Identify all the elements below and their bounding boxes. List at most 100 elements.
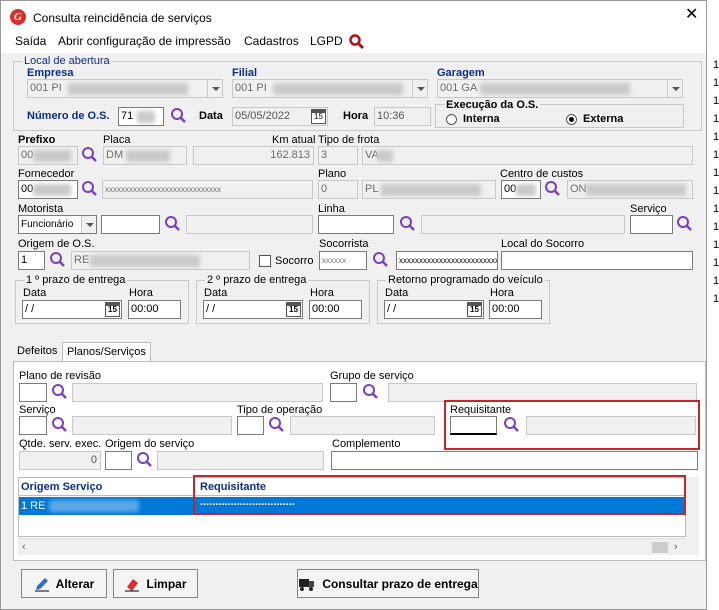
grupo-servico-input[interactable]: [330, 383, 357, 402]
prefixo-label: Prefixo: [18, 134, 56, 146]
horizontal-scrollbar[interactable]: ‹ ›: [18, 538, 686, 555]
execucao-title: Execução da O.S.: [444, 99, 541, 111]
linha-input[interactable]: [318, 215, 394, 234]
scroll-thumb[interactable]: [652, 542, 668, 553]
socorrista-desc[interactable]: xxxxxxxxxxxxxxxxxxxxxxxxxx: [396, 251, 498, 270]
tab-planos-servicos[interactable]: Planos/Serviços: [62, 342, 151, 362]
socorrista-input[interactable]: xxxxxx: [319, 251, 367, 270]
prefixo-input[interactable]: 00: [18, 146, 78, 165]
tipo-operacao-search-icon[interactable]: [268, 416, 286, 434]
garagem-select[interactable]: 001 GA: [437, 79, 683, 98]
prazo1-hora-input[interactable]: 00:00: [128, 300, 181, 319]
menu-item-saida[interactable]: Saída: [15, 34, 46, 48]
externa-radio[interactable]: [566, 114, 577, 125]
close-icon[interactable]: ✕: [685, 7, 698, 23]
fornecedor-input[interactable]: 00: [18, 180, 78, 199]
tab-defeitos[interactable]: Defeitos: [13, 342, 61, 362]
origem-os-search-icon[interactable]: [49, 251, 67, 269]
plano-revisao-desc[interactable]: [72, 383, 323, 402]
local-socorro-input[interactable]: [501, 251, 693, 270]
menu-item-cadastros[interactable]: Cadastros: [244, 34, 299, 48]
list-item: 1: [713, 239, 719, 251]
servico-search-icon-2[interactable]: [51, 416, 69, 434]
limpar-button[interactable]: Limpar: [113, 569, 198, 598]
menu-item-lgpd[interactable]: LGPD: [310, 34, 343, 48]
search-icon[interactable]: [348, 33, 366, 51]
retorno-hora-input[interactable]: 00:00: [489, 300, 542, 319]
motorista-search-icon[interactable]: [164, 215, 182, 233]
scroll-right-icon[interactable]: ›: [674, 541, 678, 553]
requisitante-search-icon[interactable]: [503, 416, 521, 434]
prazo2-hora-input[interactable]: 00:00: [309, 300, 362, 319]
prazo1-hora-label: Hora: [129, 287, 153, 299]
retorno-data-input[interactable]: / /15: [384, 300, 484, 319]
tipo-operacao-desc[interactable]: [290, 416, 435, 435]
socorro-checkbox[interactable]: [259, 255, 271, 267]
calendar-icon[interactable]: 15: [105, 302, 120, 317]
numero-os-input[interactable]: 71: [118, 107, 164, 126]
complemento-input[interactable]: [331, 451, 698, 470]
placa-label: Placa: [103, 134, 131, 146]
motorista-input[interactable]: [101, 215, 160, 234]
grupo-servico-search-icon[interactable]: [362, 383, 380, 401]
grid-header-origem[interactable]: Origem Serviço: [21, 481, 102, 493]
scroll-left-icon[interactable]: ‹: [22, 541, 26, 553]
prefixo-search-icon[interactable]: [81, 146, 99, 164]
fornecedor-search-icon[interactable]: [81, 180, 99, 198]
numero-os-search-icon[interactable]: [170, 107, 188, 125]
origem-os-desc[interactable]: RE: [71, 251, 250, 270]
vertical-scrollbar[interactable]: [686, 477, 699, 555]
servico-label: Serviço: [630, 203, 667, 215]
servico-input[interactable]: [630, 215, 673, 234]
interna-label: Interna: [463, 113, 500, 125]
requisitante-desc[interactable]: [526, 416, 696, 435]
origem-servico-search-icon[interactable]: [136, 451, 154, 469]
prazo1-data-input[interactable]: / /15: [22, 300, 122, 319]
motorista-desc[interactable]: [186, 215, 313, 234]
linha-desc[interactable]: [421, 215, 625, 234]
plano-desc[interactable]: PL: [362, 180, 496, 199]
qtde-input[interactable]: 0: [19, 451, 101, 470]
centro-custos-desc[interactable]: ON: [567, 180, 693, 199]
centro-custos-input[interactable]: 00: [501, 180, 541, 199]
interna-radio[interactable]: [446, 114, 457, 125]
alterar-button[interactable]: Alterar: [21, 569, 107, 598]
servico-input-2[interactable]: [19, 416, 47, 435]
servico-search-icon[interactable]: [676, 215, 694, 233]
empresa-select[interactable]: 001 PI: [27, 79, 223, 98]
calendar-icon[interactable]: 15: [467, 302, 482, 317]
plano-input[interactable]: 0: [318, 180, 358, 199]
empresa-label: Empresa: [27, 67, 74, 79]
motorista-type-select[interactable]: Funcionário: [18, 215, 97, 234]
plano-revisao-input[interactable]: [19, 383, 47, 402]
complemento-label: Complemento: [332, 438, 401, 450]
origem-os-input[interactable]: 1: [18, 251, 45, 270]
socorrista-search-icon[interactable]: [372, 251, 390, 269]
plano-label: Plano: [318, 168, 347, 180]
origem-servico-input[interactable]: [105, 451, 132, 470]
requisitante-input[interactable]: [450, 416, 497, 435]
tipo-frota-code[interactable]: 3: [318, 146, 358, 165]
tipo-operacao-input[interactable]: [237, 416, 264, 435]
origem-servico-desc[interactable]: [157, 451, 324, 470]
km-atual-input[interactable]: 162.813: [193, 146, 314, 165]
list-item: 1: [713, 275, 719, 287]
menu-item-abrir-config[interactable]: Abrir configuração de impressão: [58, 34, 231, 48]
calendar-icon[interactable]: 15: [311, 109, 326, 124]
tipo-frota-desc[interactable]: VA: [362, 146, 693, 165]
hora-input[interactable]: 10:36: [374, 107, 431, 126]
calendar-icon[interactable]: 15: [286, 302, 301, 317]
linha-search-icon[interactable]: [399, 215, 417, 233]
centro-custos-search-icon[interactable]: [544, 180, 562, 198]
placa-input[interactable]: DM: [103, 146, 187, 165]
plano-revisao-search-icon[interactable]: [51, 383, 69, 401]
prazo2-data-input[interactable]: / /15: [203, 300, 303, 319]
filial-select[interactable]: 001 PI: [232, 79, 428, 98]
servico-desc-2[interactable]: [72, 416, 232, 435]
pencil-icon: [34, 577, 49, 591]
data-input[interactable]: 05/05/2022 15: [232, 107, 328, 126]
socorrista-label: Socorrista: [319, 238, 369, 250]
consultar-prazo-button[interactable]: Consultar prazo de entrega: [297, 569, 479, 598]
fornecedor-desc[interactable]: xxxxxxxxxxxxxxxxxxxxxxxxxxxxx: [102, 180, 313, 199]
centro-custos-label: Centro de custos: [500, 168, 584, 180]
